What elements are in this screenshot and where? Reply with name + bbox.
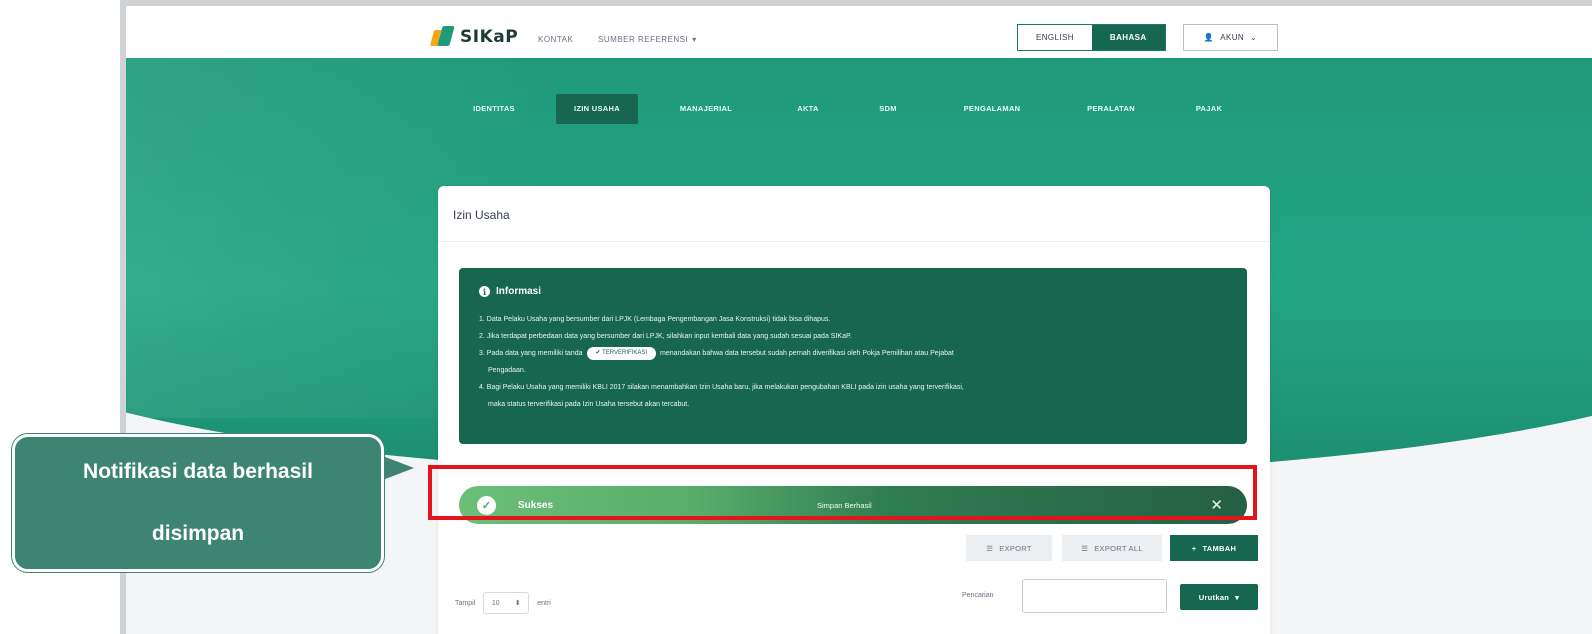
card-title: Izin Usaha — [438, 186, 1270, 242]
highlight-box — [428, 465, 1257, 520]
language-switch: ENGLISH BAHASA — [1017, 24, 1166, 51]
language-english-button[interactable]: ENGLISH — [1018, 25, 1092, 50]
page-size-control: Tampil 10 ⬍ entri — [455, 592, 551, 614]
tab-peralatan[interactable]: PERALATAN — [1076, 94, 1146, 124]
sikap-logo[interactable]: SIKaP — [429, 26, 519, 48]
list-item: 3. Pada data yang memiliki tanda ✔ TERVER… — [479, 345, 1227, 362]
callout-line-2: disimpan — [151, 522, 245, 545]
plus-icon: + — [1191, 543, 1197, 553]
page-size-select[interactable]: 10 ⬍ — [483, 592, 530, 614]
chevron-down-icon: ▾ — [692, 35, 697, 44]
account-menu-button[interactable]: 👤 AKUN ⌄ — [1183, 24, 1278, 51]
info-icon: i — [479, 286, 490, 297]
tab-pajak[interactable]: PAJAK — [1186, 94, 1232, 124]
callout-line-1: Notifikasi data berhasil — [83, 460, 313, 483]
sort-button[interactable]: Urutkan ▾ — [1180, 584, 1258, 610]
information-panel: i Informasi 1. Data Pelaku Usaha yang be… — [459, 268, 1247, 444]
list-item: 1. Data Pelaku Usaha yang bersumber dari… — [479, 316, 831, 323]
nav-kontak[interactable]: KONTAK — [538, 35, 573, 44]
tab-akta[interactable]: AKTA — [788, 94, 828, 124]
add-button[interactable]: + TAMBAH — [1170, 535, 1258, 561]
list-icon: ☰ — [1081, 543, 1089, 553]
list-icon: ☰ — [986, 543, 994, 553]
language-bahasa-button[interactable]: BAHASA — [1091, 25, 1165, 50]
search-label: Pencarian — [962, 592, 994, 599]
chevron-down-icon: ⬍ — [514, 600, 521, 607]
chevron-down-icon: ▾ — [1235, 592, 1240, 602]
information-title: Informasi — [496, 286, 542, 297]
list-item: 4. Bagi Pelaku Usaha yang memiliki KBLI … — [479, 384, 964, 391]
search-input[interactable] — [1022, 579, 1167, 613]
verified-badge: ✔ TERVERIFIKASI — [586, 346, 657, 360]
nav-sumber-referensi[interactable]: SUMBER REFERENSI ▾ — [598, 35, 697, 44]
top-bar: SIKaP KONTAK SUMBER REFERENSI ▾ ENGLISH … — [126, 6, 1592, 58]
tab-manajerial[interactable]: MANAJERIAL — [668, 94, 744, 124]
export-button[interactable]: ☰ EXPORT — [966, 535, 1052, 561]
tab-pengalaman[interactable]: PENGALAMAN — [952, 94, 1032, 124]
izin-usaha-card: Izin Usaha i Informasi 1. Data Pelaku Us… — [438, 186, 1270, 634]
tab-identitas[interactable]: IDENTITAS — [460, 94, 528, 124]
list-item: maka status terverifikasi pada Izin Usah… — [488, 401, 690, 408]
callout-box: Notifikasi data berhasil disimpan — [12, 434, 384, 572]
section-tabs: IDENTITAS IZIN USAHA MANAJERIAL AKTA SDM… — [460, 94, 1232, 124]
information-list: 1. Data Pelaku Usaha yang bersumber dari… — [479, 311, 1227, 413]
user-icon: 👤 — [1203, 33, 1215, 42]
export-all-button[interactable]: ☰ EXPORT ALL — [1062, 535, 1162, 561]
list-item: 2. Jika terdapat perbedaan data yang ber… — [479, 333, 852, 340]
brand-name: SIKaP — [460, 27, 519, 47]
sikap-logo-icon — [429, 26, 455, 48]
chevron-down-icon: ⌄ — [1250, 33, 1258, 42]
tab-izin-usaha[interactable]: IZIN USAHA — [556, 94, 638, 124]
tutorial-screenshot: SIKaP KONTAK SUMBER REFERENSI ▾ ENGLISH … — [0, 0, 1592, 634]
list-item: Pengadaan. — [488, 367, 526, 374]
tab-sdm[interactable]: SDM — [868, 94, 908, 124]
